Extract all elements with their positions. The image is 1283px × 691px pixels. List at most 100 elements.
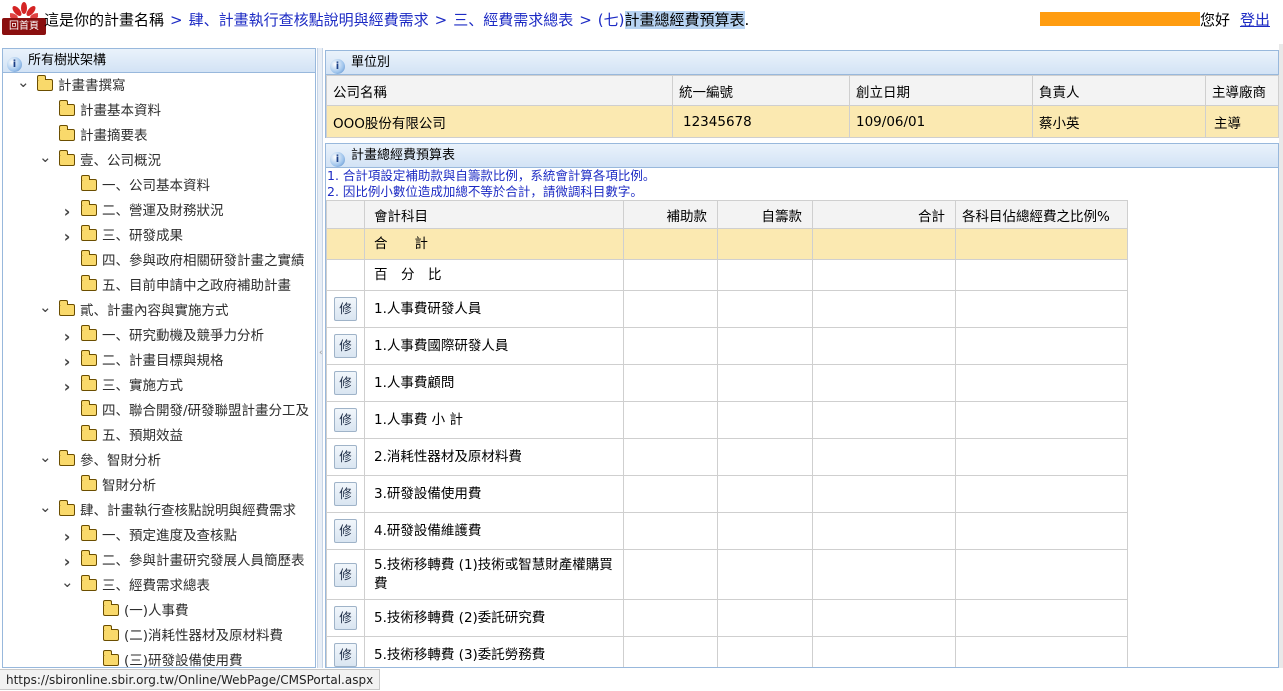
tree-item[interactable]: ⌄ 壹、公司概況 [3, 148, 315, 174]
chevron-right-icon[interactable]: › [61, 374, 73, 399]
tree-item-label[interactable]: 二、計畫目標與規格 [102, 349, 224, 374]
tree-item-label[interactable]: 四、參與政府相關研發計畫之實績 [102, 249, 305, 274]
tree-item[interactable]: › 二、營運及財務狀況 [3, 199, 315, 224]
home-button[interactable]: 回首頁 [2, 18, 46, 35]
tree-item-label[interactable]: (三)研發設備使用費 [124, 649, 243, 667]
budget-self-fund-cell [717, 599, 813, 637]
tree-item[interactable]: › 一、預定進度及查核點 [3, 524, 315, 549]
budget-subject: 1.人事費顧問 [364, 364, 624, 402]
chevron-right-icon[interactable]: › [61, 349, 73, 374]
tree-item-label[interactable]: 二、參與計畫研究發展人員簡歷表 [102, 549, 305, 574]
tree-item-label[interactable]: 二、營運及財務狀況 [102, 199, 224, 224]
breadcrumb-item-3[interactable]: (七) [598, 11, 625, 29]
edit-button[interactable]: 修 [334, 482, 357, 506]
budget-sum-cell [812, 512, 956, 550]
chevron-right-icon[interactable]: › [61, 524, 73, 549]
budget-ratio-cell [955, 512, 1128, 550]
breadcrumb-item-1[interactable]: 肆、計畫執行查核點說明與經費需求 [189, 11, 429, 29]
folder-icon [80, 400, 97, 416]
logout-link[interactable]: 登出 [1240, 11, 1270, 29]
edit-button[interactable]: 修 [334, 334, 357, 358]
budget-subject: 1.人事費 小 計 [364, 401, 624, 439]
tree-item-label[interactable]: 三、研發成果 [102, 224, 183, 249]
tree-item[interactable]: › 三、研發成果 [3, 224, 315, 249]
tree-item[interactable]: (一)人事費 [3, 599, 315, 624]
folder-icon [80, 325, 97, 341]
folder-icon [80, 550, 97, 566]
folder-icon [80, 475, 97, 491]
edit-button[interactable]: 修 [334, 562, 357, 587]
breadcrumb-item-2[interactable]: 三、經費需求總表 [453, 11, 573, 29]
budget-subject: 5.技術移轉費 (1)技術或智慧財產權購買費 [364, 549, 624, 600]
tree-item-label[interactable]: 三、實施方式 [102, 374, 183, 399]
chevron-down-icon[interactable]: ⌄ [39, 445, 52, 470]
chevron-right-icon[interactable]: › [61, 199, 73, 224]
budget-sum-cell [812, 364, 956, 402]
folder-icon [58, 150, 75, 166]
tree-item-label[interactable]: 參、智財分析 [80, 449, 161, 474]
tree-item-label[interactable]: 五、目前申請中之政府補助計畫 [102, 274, 291, 299]
chevron-down-icon[interactable]: ⌄ [39, 495, 52, 520]
tree-item-label[interactable]: 貳、計畫內容與實施方式 [80, 299, 229, 324]
budget-item-row: 修 1.人事費國際研發人員 [326, 327, 1128, 365]
unit-company-name: OOO股份有限公司 [326, 105, 673, 138]
tree-item-label[interactable]: 一、研究動機及競爭力分析 [102, 324, 264, 349]
edit-button[interactable]: 修 [334, 519, 357, 543]
chevron-down-icon[interactable]: ⌄ [17, 70, 30, 95]
budget-total-self-fund[interactable] [717, 228, 813, 260]
home-logo[interactable]: 回首頁 [2, 2, 46, 36]
edit-button[interactable]: 修 [334, 297, 357, 321]
tree-item[interactable]: 計畫基本資料 [3, 99, 315, 124]
tree-item[interactable]: › 二、計畫目標與規格 [3, 349, 315, 374]
panel-splitter[interactable]: ‹ [317, 48, 323, 668]
budget-subject: 2.消耗性器材及原材料費 [364, 438, 624, 476]
tree-item-label[interactable]: 計畫摘要表 [80, 124, 148, 149]
unit-panel-header: i 單位別 [326, 51, 1278, 75]
tree-item[interactable]: ⌄ 三、經費需求總表 [3, 573, 315, 599]
tree-panel-title: 所有樹狀架構 [28, 53, 107, 68]
budget-sum-cell [812, 401, 956, 439]
tree-item[interactable]: › 三、實施方式 [3, 374, 315, 399]
tree-item[interactable]: › 一、研究動機及競爭力分析 [3, 324, 315, 349]
tree-item[interactable]: ⌄ 計畫書撰寫 [3, 73, 315, 99]
breadcrumb-item-0[interactable]: 這是你的計畫名稱 [44, 11, 164, 29]
edit-button[interactable]: 修 [334, 643, 357, 667]
tree-item-label[interactable]: 五、預期效益 [102, 424, 183, 449]
info-icon: i [330, 59, 345, 74]
tree-item[interactable]: 四、參與政府相關研發計畫之實績 [3, 249, 315, 274]
edit-button[interactable]: 修 [334, 371, 357, 395]
folder-icon [102, 650, 119, 666]
chevron-down-icon[interactable]: ⌄ [61, 570, 74, 595]
tree-item-label[interactable]: 壹、公司概況 [80, 149, 161, 174]
tree-item[interactable]: ⌄ 肆、計畫執行查核點說明與經費需求 [3, 498, 315, 524]
tree-item[interactable]: ⌄ 貳、計畫內容與實施方式 [3, 298, 315, 324]
budget-total-subsidy[interactable] [623, 228, 718, 260]
edit-button[interactable]: 修 [334, 408, 357, 432]
chevron-right-icon[interactable]: › [61, 224, 73, 249]
tree-item-label[interactable]: 一、預定進度及查核點 [102, 524, 237, 549]
tree-item-label[interactable]: 一、公司基本資料 [102, 174, 210, 199]
edit-button[interactable]: 修 [334, 445, 357, 469]
tree-item[interactable]: ⌄ 參、智財分析 [3, 448, 315, 474]
tree-item-label[interactable]: 智財分析 [102, 474, 156, 499]
tree-item[interactable]: 一、公司基本資料 [3, 174, 315, 199]
tree-item-label[interactable]: (二)消耗性器材及原材料費 [124, 624, 283, 649]
budget-subsidy-cell [623, 438, 718, 476]
budget-self-fund-cell [717, 364, 813, 402]
chevron-down-icon[interactable]: ⌄ [39, 295, 52, 320]
chevron-down-icon[interactable]: ⌄ [39, 145, 52, 170]
tree-item-label[interactable]: 四、聯合開發/研發聯盟計畫分工及 [102, 399, 309, 424]
tree-item-label[interactable]: 三、經費需求總表 [102, 574, 210, 599]
tree-item-label[interactable]: 肆、計畫執行查核點說明與經費需求 [80, 499, 296, 524]
chevron-right-icon[interactable]: › [61, 324, 73, 349]
tree-item[interactable]: (三)研發設備使用費 [3, 649, 315, 667]
tree-item[interactable]: › 二、參與計畫研究發展人員簡歷表 [3, 549, 315, 574]
tree-item-label[interactable]: 計畫書撰寫 [58, 74, 126, 99]
tree-item[interactable]: (二)消耗性器材及原材料費 [3, 624, 315, 649]
tree-item-label[interactable]: (一)人事費 [124, 599, 189, 624]
tree-item-label[interactable]: 計畫基本資料 [80, 99, 161, 124]
tree-item[interactable]: 四、聯合開發/研發聯盟計畫分工及 [3, 399, 315, 424]
edit-button[interactable]: 修 [334, 606, 357, 630]
page-scrollbar[interactable] [1279, 44, 1283, 668]
budget-item-row: 修 1.人事費研發人員 [326, 290, 1128, 328]
